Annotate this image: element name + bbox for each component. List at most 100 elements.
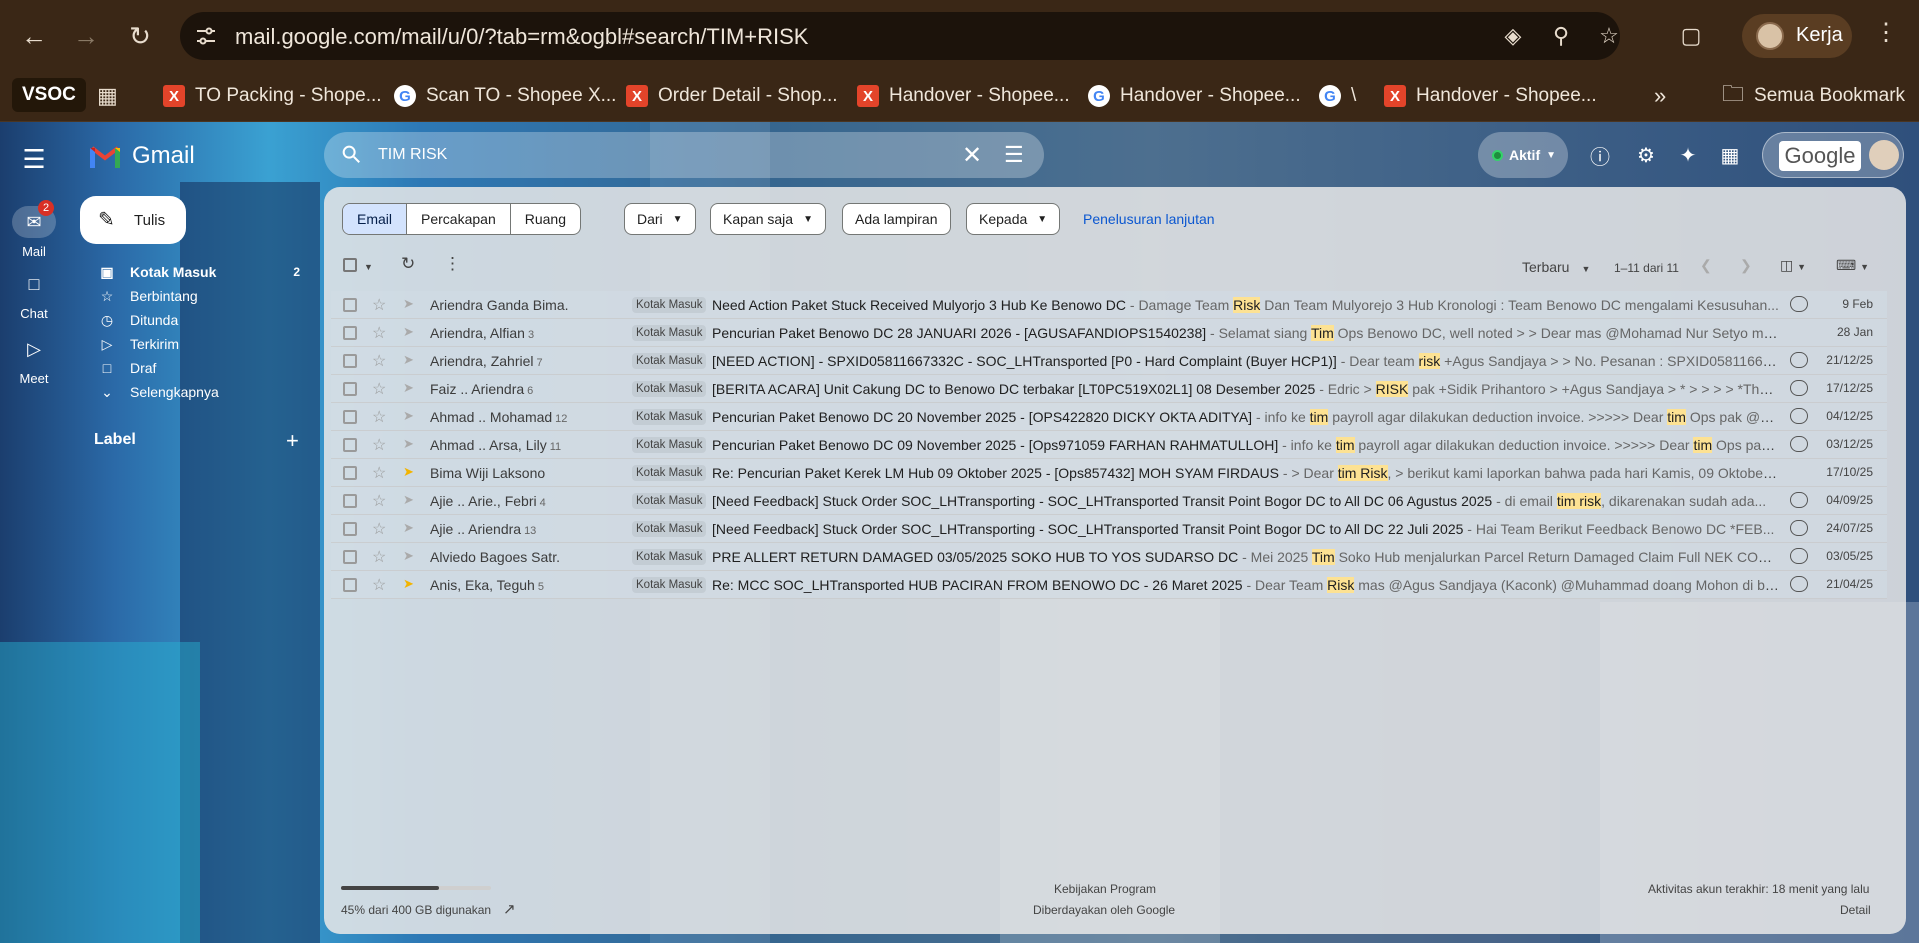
- filter-from[interactable]: Dari ▼: [624, 203, 696, 235]
- table-row[interactable]: ☆ ➤ Ahmad .. Arsa, Lily 11 Kotak Masuk Pencur…: [331, 431, 1887, 459]
- importance-marker-icon[interactable]: ➤: [403, 548, 414, 564]
- next-page-icon[interactable]: ❯: [1740, 257, 1752, 274]
- row-checkbox[interactable]: [343, 326, 357, 340]
- kebab-menu-icon[interactable]: ⋮: [1874, 18, 1898, 47]
- importance-marker-icon[interactable]: ➤: [403, 520, 414, 536]
- label-chip[interactable]: Kotak Masuk: [632, 549, 707, 565]
- row-checkbox[interactable]: [343, 298, 357, 312]
- importance-marker-icon[interactable]: ➤: [403, 436, 414, 452]
- importance-marker-icon[interactable]: ➤: [403, 380, 414, 396]
- zoom-icon[interactable]: ⚲: [1548, 23, 1574, 49]
- sidebar-item-inbox[interactable]: ▣ Kotak Masuk 2: [80, 260, 312, 284]
- label-chip[interactable]: Kotak Masuk: [632, 409, 707, 425]
- sidebar-item-snoozed[interactable]: ◷ Ditunda: [80, 308, 312, 332]
- sidebar-item-starred[interactable]: ☆ Berbintang: [80, 284, 312, 308]
- back-icon[interactable]: ←: [16, 18, 52, 54]
- prev-page-icon[interactable]: ❮: [1700, 257, 1712, 274]
- profile-chip[interactable]: Kerja: [1742, 14, 1852, 58]
- settings-gear-icon[interactable]: ⚙: [1633, 142, 1659, 168]
- add-label-icon[interactable]: +: [286, 428, 299, 454]
- bookmark-item[interactable]: G Scan TO - Shopee X...: [394, 78, 616, 114]
- star-icon[interactable]: ☆: [372, 295, 386, 315]
- star-icon[interactable]: ☆: [372, 463, 386, 483]
- filter-date[interactable]: Kapan saja ▼: [710, 203, 826, 235]
- details-link[interactable]: Detail: [1840, 903, 1871, 917]
- table-row[interactable]: ☆ ➤ Anis, Eka, Teguh 5 Kotak Masuk Re: MCC SO…: [331, 571, 1887, 599]
- attachment-icon[interactable]: [1790, 576, 1808, 592]
- search-input[interactable]: TIM RISK: [378, 146, 447, 164]
- bookmark-vsoc[interactable]: VSOC: [12, 78, 86, 112]
- label-chip[interactable]: Kotak Masuk: [632, 437, 707, 453]
- table-row[interactable]: ☆ ➤ Ariendra, Alfian 3 Kotak Masuk Pencurian …: [331, 319, 1887, 347]
- table-row[interactable]: ☆ ➤ Faiz .. Ariendra 6 Kotak Masuk [BERITA AC…: [331, 375, 1887, 403]
- sort-dropdown[interactable]: Terbaru ▼: [1522, 259, 1590, 275]
- star-icon[interactable]: ☆: [372, 435, 386, 455]
- label-chip[interactable]: Kotak Masuk: [632, 325, 707, 341]
- bookmark-item[interactable]: X Handover - Shopee...: [857, 78, 1070, 114]
- advanced-search-link[interactable]: Penelusuran lanjutan: [1083, 211, 1215, 227]
- forward-icon[interactable]: →: [68, 18, 104, 54]
- table-row[interactable]: ☆ ➤ Bima Wiji Laksono Kotak Masuk Re: Pencur…: [331, 459, 1887, 487]
- sidebar-item-sent[interactable]: ▷ Terkirim: [80, 332, 312, 356]
- filter-attachment[interactable]: Ada lampiran: [842, 203, 951, 235]
- row-checkbox[interactable]: [343, 494, 357, 508]
- row-checkbox[interactable]: [343, 354, 357, 368]
- gemini-sparkle-icon[interactable]: ✦: [1675, 142, 1701, 168]
- sidebar-item-more[interactable]: ⌄ Selengkapnya: [80, 380, 312, 404]
- importance-marker-icon[interactable]: ➤: [403, 408, 414, 424]
- extensions-icon[interactable]: ▢: [1673, 18, 1709, 54]
- reload-icon[interactable]: ↻: [122, 18, 158, 54]
- table-row[interactable]: ☆ ➤ Alviedo Bagoes Satr. Kotak Masuk PRE ALL…: [331, 543, 1887, 571]
- attachment-icon[interactable]: [1790, 352, 1808, 368]
- attachment-icon[interactable]: [1790, 436, 1808, 452]
- open-external-icon[interactable]: ↗: [503, 900, 516, 918]
- table-row[interactable]: ☆ ➤ Ajie .. Arie., Febri 4 Kotak Masuk [Need …: [331, 487, 1887, 515]
- tab-email[interactable]: Email: [343, 204, 408, 234]
- table-row[interactable]: ☆ ➤ Ariendra, Zahriel 7 Kotak Masuk [NEED ACT…: [331, 347, 1887, 375]
- row-checkbox[interactable]: [343, 438, 357, 452]
- star-icon[interactable]: ☆: [372, 379, 386, 399]
- filter-to[interactable]: Kepada ▼: [966, 203, 1061, 235]
- help-icon[interactable]: ⓘ: [1587, 142, 1613, 169]
- bookmark-item[interactable]: X Order Detail - Shop...: [626, 78, 838, 114]
- translate-icon[interactable]: ◈: [1500, 23, 1526, 49]
- star-icon[interactable]: ☆: [372, 351, 386, 371]
- star-icon[interactable]: ☆: [372, 547, 386, 567]
- row-checkbox[interactable]: [343, 410, 357, 424]
- table-row[interactable]: ☆ ➤ Ariendra Ganda Bima. Kotak Masuk Need Ac…: [331, 291, 1887, 319]
- more-options-icon[interactable]: ⋮: [444, 254, 461, 274]
- apps-grid-icon[interactable]: ▦: [97, 78, 118, 114]
- tab-conversations[interactable]: Percakapan: [407, 204, 511, 234]
- importance-marker-icon[interactable]: ➤: [403, 464, 414, 480]
- star-icon[interactable]: ☆: [372, 491, 386, 511]
- star-icon[interactable]: ☆: [372, 323, 386, 343]
- clear-search-icon[interactable]: ✕: [962, 141, 982, 170]
- program-policies-link[interactable]: Kebijakan Program: [1054, 882, 1156, 896]
- label-chip[interactable]: Kotak Masuk: [632, 297, 707, 313]
- star-icon[interactable]: ☆: [372, 519, 386, 539]
- importance-marker-icon[interactable]: ➤: [403, 352, 414, 368]
- attachment-icon[interactable]: [1790, 296, 1808, 312]
- row-checkbox[interactable]: [343, 578, 357, 592]
- attachment-icon[interactable]: [1790, 380, 1808, 396]
- bookmark-item[interactable]: X Handover - Shopee...: [1384, 78, 1597, 114]
- all-bookmarks[interactable]: 🗀 Semua Bookmark: [1722, 78, 1905, 114]
- google-apps-icon[interactable]: ▦: [1717, 142, 1743, 168]
- row-checkbox[interactable]: [343, 550, 357, 564]
- bookmark-item[interactable]: X TO Packing - Shope...: [163, 78, 382, 114]
- label-chip[interactable]: Kotak Masuk: [632, 353, 707, 369]
- main-menu-icon[interactable]: ☰: [18, 144, 50, 175]
- label-chip[interactable]: Kotak Masuk: [632, 465, 707, 481]
- attachment-icon[interactable]: [1790, 520, 1808, 536]
- search-icon[interactable]: [340, 143, 362, 165]
- table-row[interactable]: ☆ ➤ Ajie .. Ariendra 13 Kotak Masuk [Need Fee…: [331, 515, 1887, 543]
- rail-mail[interactable]: ✉ 2 Mail: [10, 200, 58, 259]
- attachment-icon[interactable]: [1790, 408, 1808, 424]
- more-bookmarks-icon[interactable]: »: [1654, 78, 1666, 114]
- split-pane-icon[interactable]: ◫ ▼: [1780, 257, 1806, 274]
- label-chip[interactable]: Kotak Masuk: [632, 577, 707, 593]
- rail-meet[interactable]: ▷ Meet: [10, 333, 58, 387]
- star-bookmark-icon[interactable]: ☆: [1596, 23, 1622, 49]
- select-menu-caret-icon[interactable]: ▼: [364, 262, 373, 272]
- search-bar[interactable]: TIM RISK ✕ ☰: [324, 132, 1044, 178]
